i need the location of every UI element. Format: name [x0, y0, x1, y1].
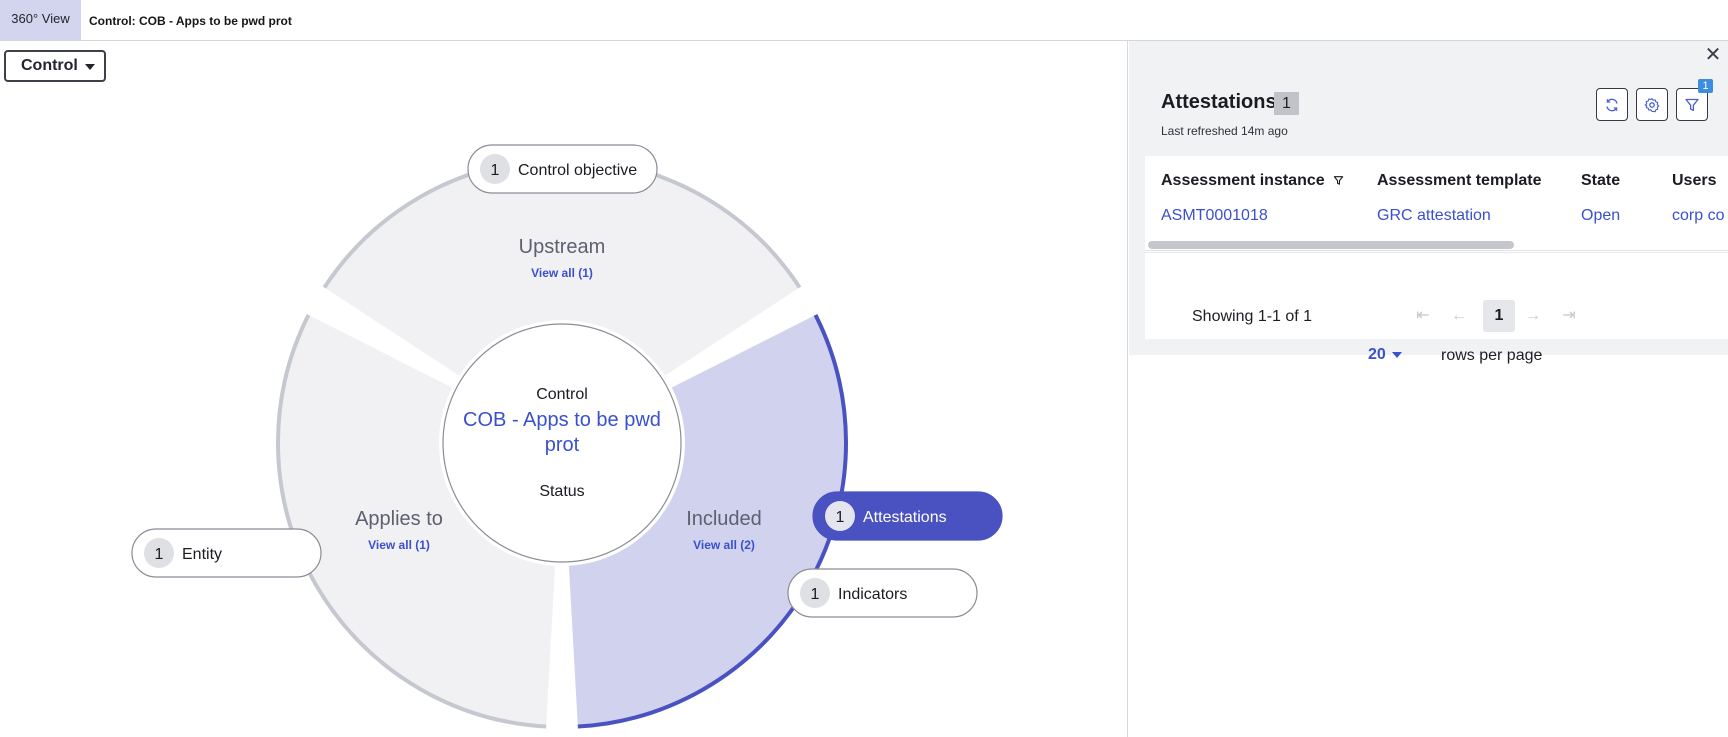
pill-label: Entity: [182, 546, 222, 563]
cell-assessment-instance-link[interactable]: ASMT0001018: [1161, 207, 1268, 225]
relationship-wheel: Upstream View all (1) Applies to View all (…: [131, 144, 1003, 729]
last-page-icon[interactable]: ⇥: [1555, 301, 1583, 331]
attestations-panel: ✕ Attestations 1 Last refreshed 14m ago …: [1129, 41, 1728, 737]
pill-label: Attestations: [863, 509, 947, 526]
pill-count: 1: [155, 546, 164, 563]
pill-control-objective[interactable]: 1 Control objective: [467, 144, 658, 194]
sector-label-upstream: Upstream: [519, 236, 606, 258]
relationship-wheel-pane: Upstream View all (1) Applies to View all (…: [0, 41, 1128, 737]
filter-icon: [1333, 176, 1344, 185]
panel-count-badge: 1: [1274, 92, 1299, 115]
cell-users-link[interactable]: corp co: [1672, 207, 1724, 225]
cell-assessment-template-link[interactable]: GRC attestation: [1377, 207, 1491, 225]
center-name-line[interactable]: prot: [545, 434, 580, 456]
refresh-icon: [1606, 98, 1618, 111]
view-all-link-upstream[interactable]: View all (1): [531, 266, 593, 280]
center-status-label: Status: [539, 483, 584, 500]
pill-count: 1: [811, 586, 820, 603]
rows-per-page-select[interactable]: 20: [1368, 346, 1402, 364]
filter-icon: [1685, 98, 1699, 111]
pill-attestations[interactable]: 1 Attestations: [812, 491, 1003, 541]
attestations-panel-header: ✕ Attestations 1 Last refreshed 14m ago …: [1129, 41, 1728, 364]
pill-label: Indicators: [838, 586, 907, 603]
refresh-button[interactable]: [1596, 88, 1628, 121]
tab-strip: 360° View Control: COB - Apps to be pwd …: [0, 0, 1728, 41]
rows-per-page-label: rows per page: [1441, 347, 1543, 364]
column-header-assessment-template[interactable]: Assessment template: [1377, 172, 1542, 190]
pill-indicators[interactable]: 1 Indicators: [787, 568, 978, 618]
sector-label-included: Included: [686, 508, 762, 530]
horizontal-scrollbar[interactable]: [1145, 239, 1728, 251]
control-dropdown[interactable]: Control: [4, 50, 106, 82]
cell-state-link[interactable]: Open: [1581, 207, 1620, 225]
caret-down-icon: [1391, 352, 1402, 358]
page-title: Control: COB - Apps to be pwd prot: [89, 14, 292, 28]
rows-per-page-value: 20: [1368, 346, 1386, 363]
caret-down-icon: [84, 64, 95, 70]
filter-count-badge: 1: [1698, 79, 1713, 93]
next-page-icon[interactable]: →: [1519, 301, 1547, 331]
filter-button[interactable]: 1: [1676, 79, 1713, 121]
current-page-button[interactable]: 1: [1483, 300, 1515, 332]
settings-button[interactable]: [1636, 88, 1668, 121]
pagination-summary: Showing 1-1 of 1: [1192, 308, 1313, 325]
panel-title: Attestations: [1161, 91, 1277, 113]
view-all-link-applies[interactable]: View all (1): [368, 538, 430, 552]
previous-page-icon[interactable]: ←: [1445, 301, 1473, 331]
sector-label-applies: Applies to: [355, 508, 443, 530]
app-root: 360° View Control: COB - Apps to be pwd …: [0, 0, 1728, 737]
pill-entity[interactable]: 1 Entity: [131, 528, 322, 578]
gear-icon: [1644, 97, 1660, 112]
close-icon[interactable]: ✕: [1702, 44, 1724, 66]
pill-count: 1: [836, 509, 845, 526]
column-header-state[interactable]: State: [1581, 172, 1620, 190]
view-all-link-included[interactable]: View all (2): [693, 538, 755, 552]
scrollbar-thumb[interactable]: [1148, 241, 1514, 249]
attestations-table: Assessment instance Assessment template …: [1145, 156, 1728, 364]
column-header-assessment-instance[interactable]: Assessment instance: [1161, 172, 1344, 190]
pill-count: 1: [491, 162, 500, 179]
first-page-icon[interactable]: ⇤: [1409, 301, 1437, 331]
divider: [1145, 252, 1728, 253]
column-header-users[interactable]: Users: [1672, 172, 1716, 190]
tab-360-view[interactable]: 360° View: [0, 0, 81, 40]
center-name-line[interactable]: COB - Apps to be pwd: [463, 409, 661, 431]
center-node: Control COB - Apps to be pwd prot Status: [442, 323, 682, 563]
pill-label: Control objective: [518, 162, 637, 179]
center-type-label: Control: [536, 386, 588, 403]
control-dropdown-label: Control: [21, 57, 78, 74]
last-refreshed-text: Last refreshed 14m ago: [1161, 124, 1288, 138]
